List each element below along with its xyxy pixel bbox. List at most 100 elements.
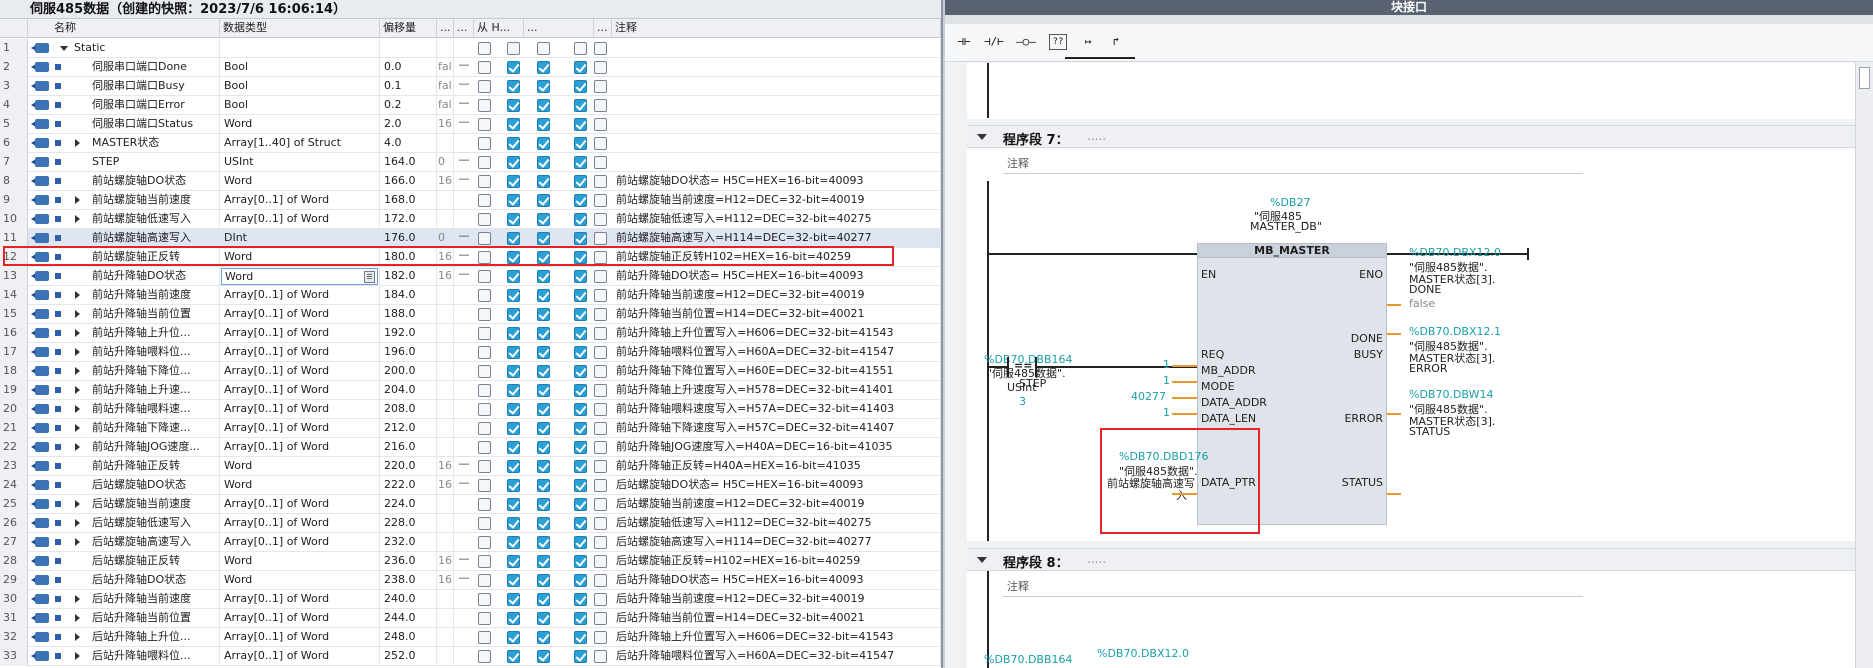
row-number[interactable]: 4: [0, 96, 28, 115]
attribute-checkbox[interactable]: [594, 156, 607, 169]
attribute-checkbox[interactable]: [507, 194, 520, 207]
attribute-checkbox[interactable]: [574, 308, 587, 321]
table-row[interactable]: 23 前站升降轴正反转 Word 220.0 16 — 前站升降轴正反转=H40A=HEX=…: [0, 457, 941, 476]
attribute-checkbox[interactable]: [537, 346, 550, 359]
attribute-checkbox[interactable]: [507, 365, 520, 378]
member-start-value[interactable]: 16: [437, 552, 454, 571]
attribute-checkbox[interactable]: [507, 631, 520, 644]
attribute-checkbox[interactable]: [537, 289, 550, 302]
attribute-checkbox[interactable]: [574, 232, 587, 245]
member-name[interactable]: 伺服串口端口Status: [92, 115, 220, 134]
attribute-checkbox[interactable]: [574, 422, 587, 435]
member-comment[interactable]: 后站螺旋轴高速写入=H114=DEC=32-bit=40277: [612, 533, 941, 552]
table-row[interactable]: 26 后站螺旋轴低速写入 Array[0..1] of Word 228.0 后站螺旋轴…: [0, 514, 941, 533]
member-datatype[interactable]: Bool: [220, 96, 380, 115]
member-start-value[interactable]: [437, 381, 454, 400]
attribute-checkbox[interactable]: [507, 61, 520, 74]
member-comment[interactable]: 前站升降轴当前速度=H12=DEC=32-bit=40019: [612, 286, 941, 305]
member-start-value[interactable]: [437, 286, 454, 305]
member-datatype[interactable]: Word: [220, 552, 380, 571]
attribute-checkbox[interactable]: [594, 650, 607, 663]
attribute-checkbox[interactable]: [537, 175, 550, 188]
attribute-checkbox[interactable]: [478, 517, 491, 530]
col-comment[interactable]: 注释: [612, 19, 941, 38]
row-number[interactable]: 25: [0, 495, 28, 514]
member-comment[interactable]: 前站升降轴喂料位置写入=H60A=DEC=32-bit=41547: [612, 343, 941, 362]
attribute-checkbox[interactable]: [574, 498, 587, 511]
attribute-checkbox[interactable]: [537, 479, 550, 492]
attribute-checkbox[interactable]: [537, 137, 550, 150]
expand-icon[interactable]: [75, 443, 80, 451]
attribute-checkbox[interactable]: [507, 479, 520, 492]
table-row[interactable]: 14 前站升降轴当前速度 Array[0..1] of Word 184.0 前站升降轴…: [0, 286, 941, 305]
attribute-checkbox[interactable]: [574, 346, 587, 359]
attribute-checkbox[interactable]: [594, 555, 607, 568]
attribute-checkbox[interactable]: [507, 289, 520, 302]
attribute-checkbox[interactable]: [594, 441, 607, 454]
attribute-checkbox[interactable]: [594, 42, 607, 55]
expand-icon[interactable]: [75, 614, 80, 622]
member-datatype[interactable]: Bool: [220, 58, 380, 77]
row-number[interactable]: 2: [0, 58, 28, 77]
row-number[interactable]: 8: [0, 172, 28, 191]
attribute-checkbox[interactable]: [478, 270, 491, 283]
attribute-checkbox[interactable]: [507, 99, 520, 112]
table-row[interactable]: 21 前站升降轴下降速... Array[0..1] of Word 212.0 前站升…: [0, 419, 941, 438]
member-name[interactable]: 前站升降轴当前速度: [92, 286, 220, 305]
table-row[interactable]: 7 STEP USInt 164.0 0 —: [0, 153, 941, 172]
member-datatype[interactable]: Bool: [220, 77, 380, 96]
col-access[interactable]: 从 H...: [474, 19, 524, 38]
attribute-checkbox[interactable]: [478, 118, 491, 131]
attribute-checkbox[interactable]: [537, 650, 550, 663]
member-comment[interactable]: 后站螺旋轴DO状态= H5C=HEX=16-bit=40093: [612, 476, 941, 495]
network-8-header[interactable]: 程序段 8： .....: [967, 548, 1855, 571]
row-number[interactable]: 6: [0, 134, 28, 153]
attribute-checkbox[interactable]: [478, 80, 491, 93]
attribute-checkbox[interactable]: [594, 612, 607, 625]
attribute-checkbox[interactable]: [594, 536, 607, 549]
member-name[interactable]: 前站升降轴正反转: [92, 457, 220, 476]
attribute-checkbox[interactable]: [478, 194, 491, 207]
col-flags[interactable]: ...: [524, 19, 594, 38]
attribute-checkbox[interactable]: [594, 498, 607, 511]
attribute-checkbox[interactable]: [507, 270, 520, 283]
expand-icon[interactable]: [75, 405, 80, 413]
row-number[interactable]: 14: [0, 286, 28, 305]
member-datatype[interactable]: Array[0..1] of Word: [220, 438, 380, 457]
row-number[interactable]: 21: [0, 419, 28, 438]
attribute-checkbox[interactable]: [537, 327, 550, 340]
scroll-thumb[interactable]: [1859, 67, 1870, 89]
member-comment[interactable]: 前站升降轴上升速度写入=H578=DEC=32-bit=41401: [612, 381, 941, 400]
member-comment[interactable]: 前站升降轴正反转=H40A=HEX=16-bit=41035: [612, 457, 941, 476]
member-start-value[interactable]: [437, 39, 454, 58]
member-datatype[interactable]: [220, 39, 380, 58]
attribute-checkbox[interactable]: [537, 365, 550, 378]
attribute-checkbox[interactable]: [507, 137, 520, 150]
attribute-checkbox[interactable]: [478, 61, 491, 74]
empty-box-button[interactable]: ??: [1049, 34, 1067, 50]
member-comment[interactable]: 后站螺旋轴正反转=H102=HEX=16-bit=40259: [612, 552, 941, 571]
attribute-checkbox[interactable]: [507, 346, 520, 359]
attribute-checkbox[interactable]: [537, 232, 550, 245]
col-setpoint[interactable]: ...: [594, 19, 612, 38]
row-number[interactable]: 20: [0, 400, 28, 419]
attribute-checkbox[interactable]: [574, 365, 587, 378]
attribute-checkbox[interactable]: [537, 441, 550, 454]
table-row[interactable]: 15 前站升降轴当前位置 Array[0..1] of Word 188.0 前站升降轴…: [0, 305, 941, 324]
attribute-checkbox[interactable]: [574, 61, 587, 74]
member-datatype[interactable]: Array[0..1] of Word: [220, 495, 380, 514]
table-row[interactable]: 5 伺服串口端口Status Word 2.0 16 —: [0, 115, 941, 134]
attribute-checkbox[interactable]: [478, 422, 491, 435]
attribute-checkbox[interactable]: [574, 517, 587, 530]
attribute-checkbox[interactable]: [537, 422, 550, 435]
attribute-checkbox[interactable]: [507, 593, 520, 606]
attribute-checkbox[interactable]: [478, 308, 491, 321]
member-datatype[interactable]: Array[0..1] of Word: [220, 191, 380, 210]
row-number[interactable]: 9: [0, 191, 28, 210]
attribute-checkbox[interactable]: [537, 612, 550, 625]
attribute-checkbox[interactable]: [537, 460, 550, 473]
attribute-checkbox[interactable]: [574, 289, 587, 302]
attribute-checkbox[interactable]: [574, 175, 587, 188]
attribute-checkbox[interactable]: [478, 403, 491, 416]
attribute-checkbox[interactable]: [594, 99, 607, 112]
